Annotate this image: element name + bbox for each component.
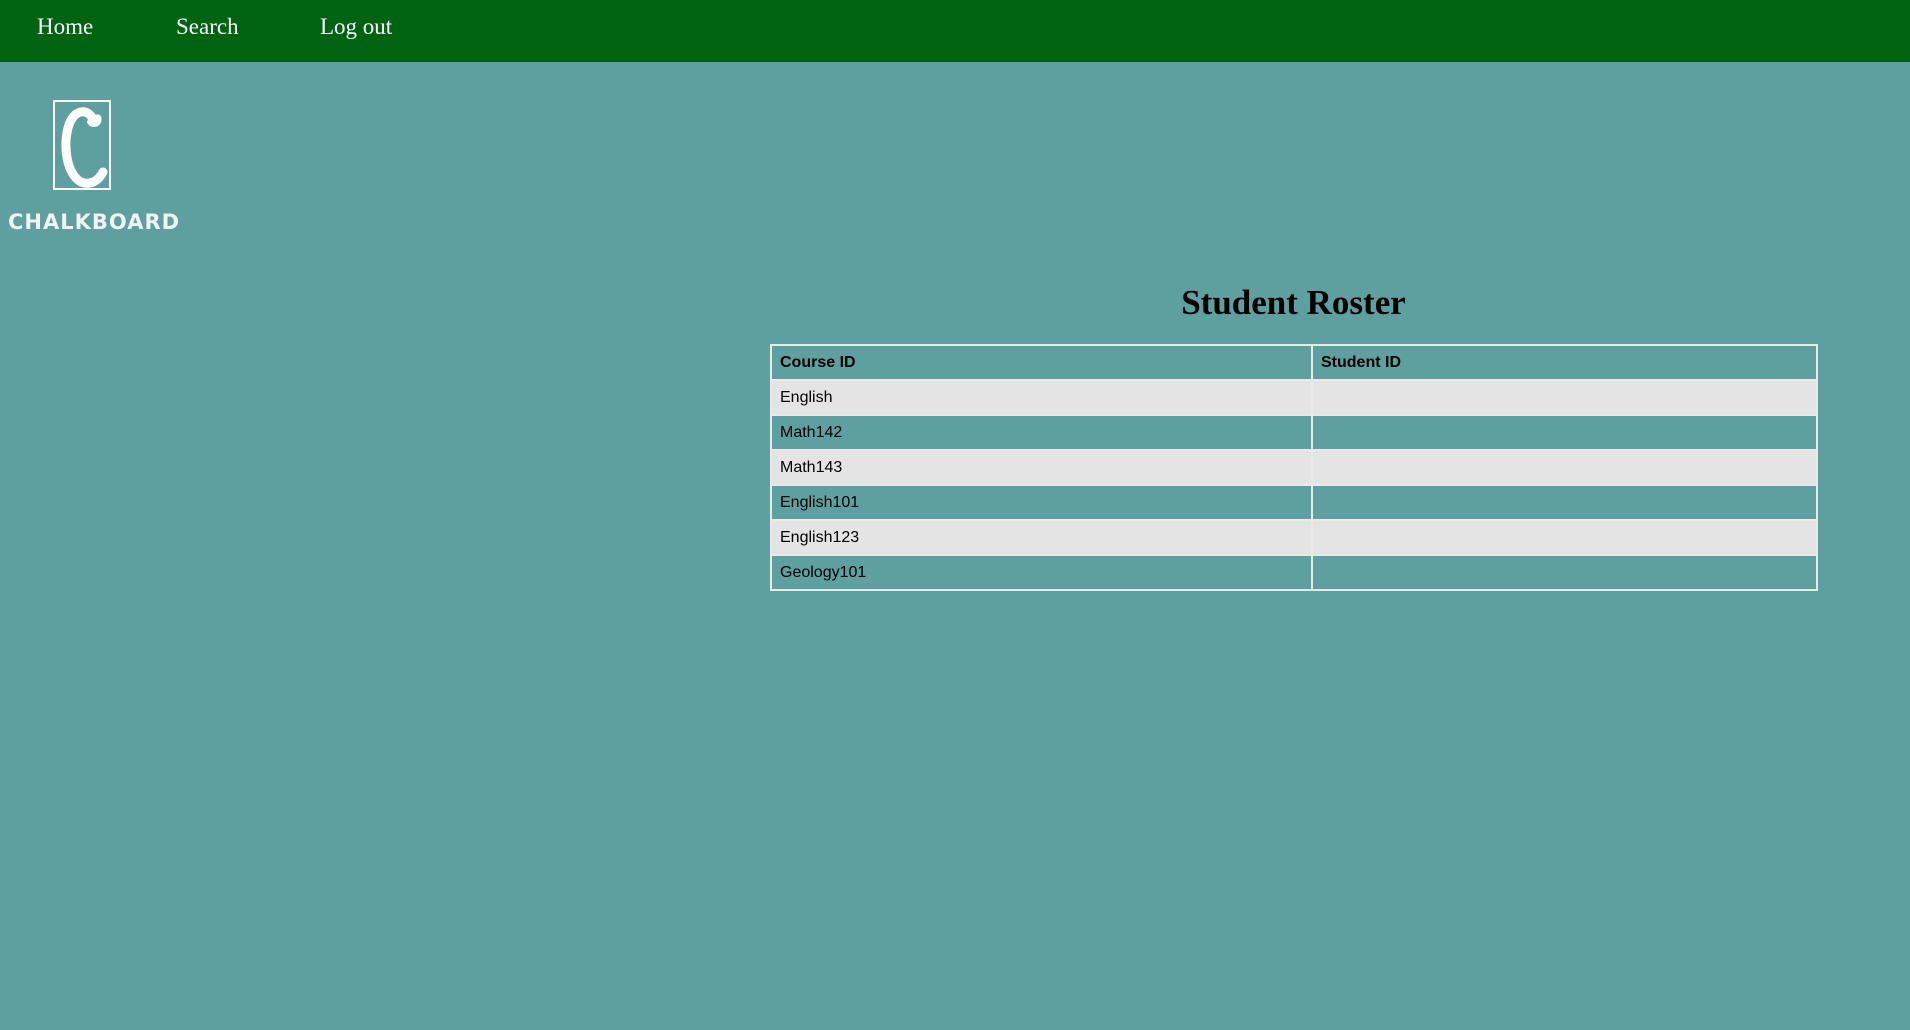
nav-search-link[interactable]: Search — [176, 14, 239, 40]
table-row: Math142 — [770, 414, 1818, 451]
logo-letter-c-icon — [61, 107, 108, 188]
logo-letter-frame — [53, 100, 111, 190]
table-row: Geology101 — [770, 554, 1818, 591]
course-id-cell: Math142 — [770, 414, 1313, 451]
logo-wordmark: CHALKBOARD — [8, 210, 181, 234]
page-title: Student Roster — [1181, 283, 1406, 322]
table-header-row: Course ID Student ID — [770, 344, 1818, 381]
course-id-cell: English — [770, 379, 1313, 416]
column-header-student-id: Student ID — [1311, 344, 1818, 381]
course-id-cell: English101 — [770, 484, 1313, 521]
student-id-cell — [1311, 379, 1818, 416]
chalkboard-logo: CHALKBOARD — [8, 100, 181, 242]
student-id-cell — [1311, 554, 1818, 591]
table-row: Math143 — [770, 449, 1818, 486]
top-navigation-bar: Home Search Log out — [0, 0, 1910, 62]
student-roster-table: Course ID Student ID English Math142 Mat… — [770, 344, 1818, 591]
course-id-cell: Math143 — [770, 449, 1313, 486]
table-row: English123 — [770, 519, 1818, 556]
student-id-cell — [1311, 519, 1818, 556]
table-row: English101 — [770, 484, 1818, 521]
course-id-cell: English123 — [770, 519, 1313, 556]
table-row: English — [770, 379, 1818, 416]
student-id-cell — [1311, 449, 1818, 486]
nav-home-link[interactable]: Home — [37, 14, 93, 40]
column-header-course-id: Course ID — [770, 344, 1313, 381]
course-id-cell: Geology101 — [770, 554, 1313, 591]
student-id-cell — [1311, 414, 1818, 451]
student-id-cell — [1311, 484, 1818, 521]
nav-logout-link[interactable]: Log out — [320, 14, 392, 40]
